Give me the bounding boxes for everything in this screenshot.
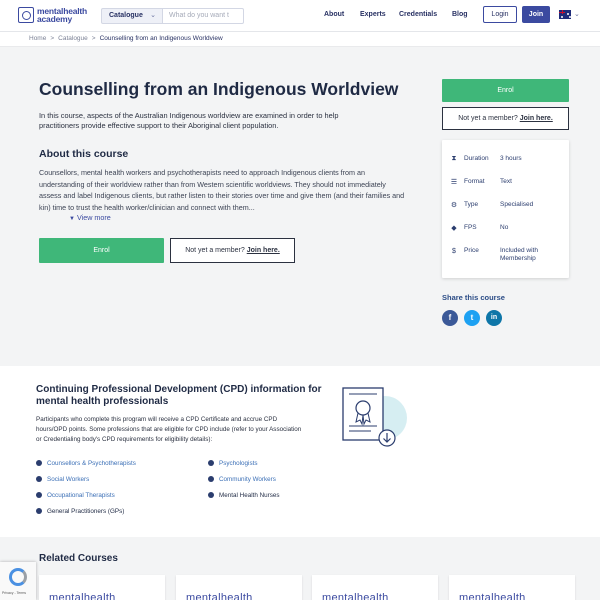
profession-item[interactable]: Psychologists: [208, 459, 258, 467]
detail-label: Duration: [464, 155, 489, 162]
nav-experts[interactable]: Experts: [360, 11, 386, 18]
view-more-link[interactable]: ▼ View more: [68, 213, 111, 222]
related-course-card[interactable]: mentalhealth: [449, 575, 575, 600]
profession-item[interactable]: Counsellors & Psychotherapists: [36, 459, 136, 467]
login-button[interactable]: Login: [483, 6, 517, 23]
card-logo-text: mentalhealth: [49, 592, 116, 600]
catalogue-dropdown[interactable]: Catalogue ⌄: [101, 8, 163, 24]
card-logo-text: mentalhealth: [322, 592, 389, 600]
australia-flag-icon[interactable]: [559, 10, 571, 19]
page-title: Counselling from an Indigenous Worldview: [39, 79, 399, 99]
detail-label: Price: [464, 247, 479, 254]
logo-line-2: academy: [37, 14, 72, 24]
profession-item: General Practitioners (GPs): [36, 507, 124, 515]
check-icon: [36, 459, 42, 466]
card-logo-text: mentalhealth: [459, 592, 526, 600]
cpd-paragraph: Participants who complete this program w…: [36, 416, 302, 443]
course-intro: In this course, aspects of the Australia…: [39, 111, 339, 130]
course-details-card: ⧗ Duration 3 hours ☰ Format Text ⚙ Type …: [442, 140, 569, 278]
related-course-card[interactable]: mentalhealth: [39, 575, 165, 600]
breadcrumb-separator: >: [50, 35, 55, 42]
breadcrumb: Home > Catalogue > Counselling from an Indig…: [29, 35, 223, 42]
profession-label: Community Workers: [219, 476, 276, 483]
not-member-text: Not yet a member?: [458, 115, 518, 122]
related-course-card[interactable]: mentalhealth: [312, 575, 438, 600]
profession-label: Social Workers: [47, 476, 90, 483]
profession-label: General Practitioners (GPs): [47, 508, 125, 515]
catalogue-label: Catalogue: [109, 12, 143, 19]
fps-icon: ◆: [451, 225, 457, 232]
type-icon: ⚙: [450, 202, 458, 209]
linkedin-icon[interactable]: in: [486, 310, 502, 326]
not-member-text: Not yet a member?: [185, 247, 245, 254]
logo[interactable]: mentalhealth academy: [18, 7, 87, 23]
profession-label: Counsellors & Psychotherapists: [47, 460, 136, 467]
card-logo-text: mentalhealth: [186, 592, 253, 600]
breadcrumb-home[interactable]: Home: [29, 35, 46, 42]
join-here-link[interactable]: Join here.: [247, 247, 280, 254]
nav-credentials[interactable]: Credentials: [399, 11, 437, 18]
breadcrumb-catalogue[interactable]: Catalogue: [58, 35, 88, 42]
chevron-down-icon[interactable]: ⌄: [574, 10, 580, 18]
breadcrumb-separator: >: [91, 35, 96, 42]
cpd-heading: Continuing Professional Development (CPD…: [36, 384, 322, 407]
hourglass-icon: ⧗: [451, 155, 457, 162]
facebook-icon[interactable]: f: [442, 310, 458, 326]
detail-value: Text: [500, 178, 512, 185]
enrol-button[interactable]: Enrol: [39, 238, 164, 263]
nav-blog[interactable]: Blog: [452, 11, 468, 18]
top-navigation-bar: mentalhealth academy Catalogue ⌄ What do…: [0, 0, 600, 32]
detail-label: Format: [464, 178, 485, 185]
recaptcha-links[interactable]: Privacy - Terms: [2, 591, 26, 595]
sidebar-join-prompt: Not yet a member? Join here.: [442, 107, 569, 130]
join-prompt: Not yet a member? Join here.: [170, 238, 295, 263]
recaptcha-badge[interactable]: Privacy - Terms: [0, 562, 36, 600]
twitter-icon[interactable]: t: [464, 310, 480, 326]
profession-item[interactable]: Social Workers: [36, 475, 89, 483]
logo-icon: [18, 7, 34, 23]
check-icon: [208, 459, 214, 466]
check-icon: [36, 491, 42, 498]
check-icon: [36, 507, 42, 514]
breadcrumb-current: Counselling from an Indigenous Worldview: [99, 35, 223, 42]
profession-label: Psychologists: [219, 460, 258, 467]
detail-value: No: [500, 224, 509, 231]
sidebar-enrol-button[interactable]: Enrol: [442, 79, 569, 102]
detail-value: 3 hours: [500, 155, 522, 162]
about-heading: About this course: [39, 148, 129, 160]
join-button[interactable]: Join: [522, 6, 550, 23]
price-icon: $: [452, 247, 456, 255]
view-more-label: View more: [76, 213, 111, 222]
related-course-card[interactable]: mentalhealth: [176, 575, 302, 600]
profession-item: Mental Health Nurses: [208, 491, 280, 499]
profession-label: Occupational Therapists: [47, 492, 115, 499]
profession-item[interactable]: Occupational Therapists: [36, 491, 115, 499]
caret-down-icon: ▼: [69, 216, 75, 222]
check-icon: [36, 475, 42, 482]
join-here-link[interactable]: Join here.: [520, 115, 553, 122]
nav-about[interactable]: About: [324, 11, 344, 18]
check-icon: [208, 491, 214, 498]
check-icon: [208, 475, 214, 482]
search-input[interactable]: What do you want t: [163, 8, 244, 24]
profession-item[interactable]: Community Workers: [208, 475, 276, 483]
detail-value: Specialised: [500, 201, 534, 208]
format-icon: ☰: [450, 179, 458, 186]
profession-label: Mental Health Nurses: [219, 492, 280, 499]
detail-label: Type: [464, 201, 479, 208]
detail-label: FPS: [464, 224, 477, 231]
detail-value: Included with Membership: [500, 247, 538, 262]
chevron-down-icon: ⌄: [150, 12, 156, 19]
related-heading: Related Courses: [39, 553, 118, 564]
certificate-icon: [342, 387, 407, 447]
share-heading: Share this course: [442, 293, 505, 302]
recaptcha-icon: [9, 568, 27, 586]
